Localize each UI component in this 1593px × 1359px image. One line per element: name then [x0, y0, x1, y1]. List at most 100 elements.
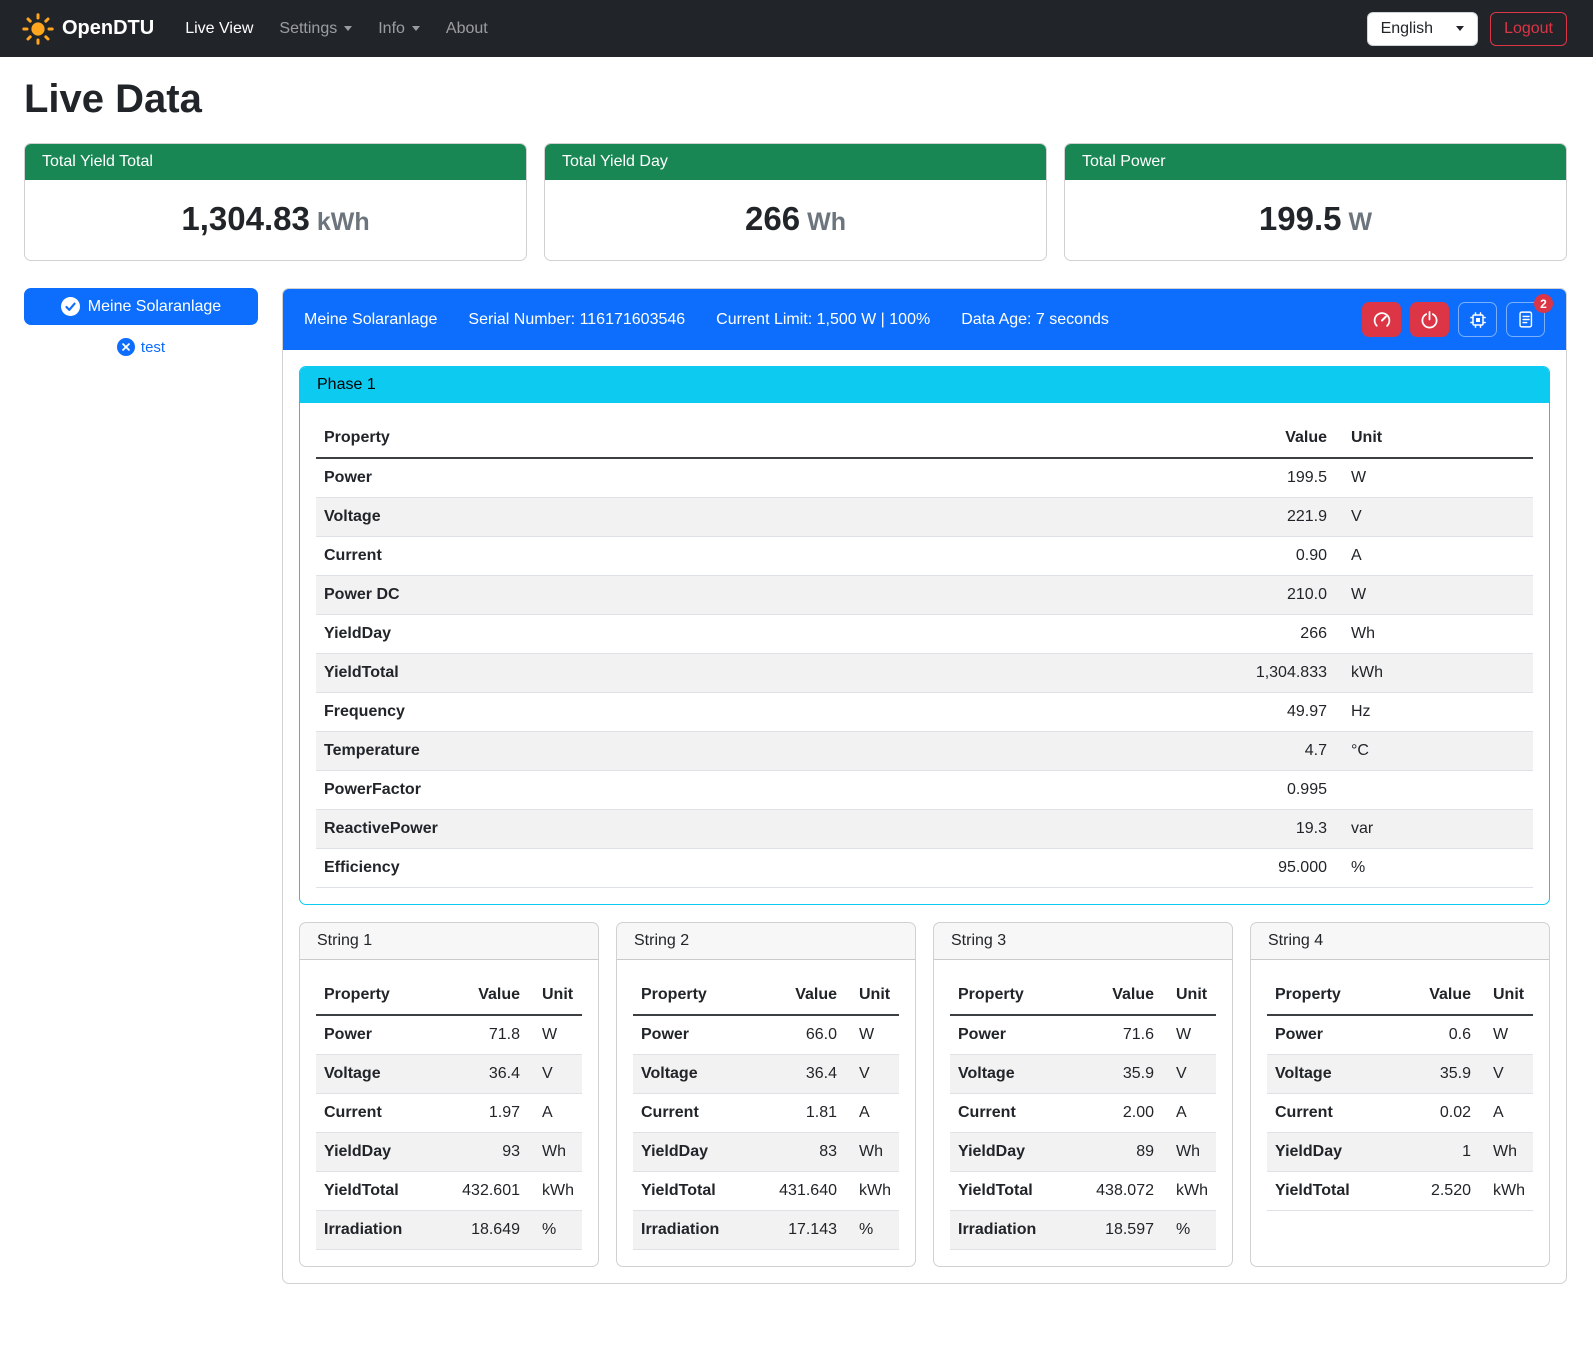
value-cell: 35.9: [1082, 1055, 1162, 1094]
table-row: Irradiation 17.143 %: [633, 1211, 899, 1250]
table-row: YieldTotal 432.601 kWh: [316, 1172, 582, 1211]
inverter-data-age: Data Age: 7 seconds: [961, 311, 1109, 329]
inverter-select-button[interactable]: Meine Solaranlage: [24, 288, 258, 325]
summary-cards-row: Total Yield Total 1,304.83kWh Total Yiel…: [24, 143, 1567, 261]
unit-cell: V: [845, 1055, 899, 1094]
string-title: String 1: [300, 923, 598, 960]
col-property: Property: [316, 419, 1185, 458]
value-cell: 210.0: [1185, 576, 1335, 615]
brand[interactable]: OpenDTU: [22, 13, 154, 45]
value-cell: 95.000: [1185, 849, 1335, 888]
unit-cell: A: [1335, 537, 1533, 576]
chevron-down-icon: [1456, 26, 1464, 31]
property-cell: YieldDay: [316, 1133, 448, 1172]
col-unit: Unit: [845, 976, 899, 1015]
table-row: Power 199.5 W: [316, 458, 1533, 498]
navbar: OpenDTU Live View Settings Info About En…: [0, 0, 1593, 57]
property-cell: YieldTotal: [1267, 1172, 1399, 1211]
limit-settings-button[interactable]: [1362, 302, 1401, 337]
inverter-name: Meine Solaranlage: [304, 311, 437, 329]
value-cell: 438.072: [1082, 1172, 1162, 1211]
inverter-item-label: test: [141, 339, 165, 356]
nav-settings-label: Settings: [279, 20, 337, 38]
power-icon: [1420, 310, 1439, 329]
col-unit: Unit: [1335, 419, 1533, 458]
table-row: YieldDay 83 Wh: [633, 1133, 899, 1172]
nav-info[interactable]: Info: [365, 12, 433, 46]
unit-cell: Wh: [1162, 1133, 1216, 1172]
nav-about[interactable]: About: [433, 12, 501, 46]
unit-cell: V: [1479, 1055, 1533, 1094]
value-cell: 221.9: [1185, 498, 1335, 537]
cpu-icon: [1468, 310, 1488, 330]
summary-unit: Wh: [807, 208, 846, 236]
table-row: YieldDay 93 Wh: [316, 1133, 582, 1172]
string-table: Property Value Unit Power: [950, 976, 1216, 1250]
unit-cell: [1335, 771, 1533, 810]
table-header-row: Property Value Unit: [316, 419, 1533, 458]
value-cell: 0.995: [1185, 771, 1335, 810]
string-title: String 3: [934, 923, 1232, 960]
table-row: Voltage 35.9 V: [1267, 1055, 1533, 1094]
property-cell: Temperature: [316, 732, 1185, 771]
unit-cell: V: [1335, 498, 1533, 537]
phase-body: Property Value Unit Power: [300, 403, 1549, 904]
table-row: PowerFactor 0.995: [316, 771, 1533, 810]
value-cell: 49.97: [1185, 693, 1335, 732]
inverter-toolbar: 2: [1362, 302, 1545, 337]
value-cell: 432.601: [448, 1172, 528, 1211]
event-count-badge: 2: [1534, 294, 1553, 313]
table-row: Irradiation 18.649 %: [316, 1211, 582, 1250]
logout-button[interactable]: Logout: [1490, 12, 1567, 46]
chevron-down-icon: [412, 26, 420, 31]
table-header-row: Property Value Unit: [633, 976, 899, 1015]
nav-settings[interactable]: Settings: [266, 12, 365, 46]
col-property: Property: [950, 976, 1082, 1015]
table-row: YieldDay 89 Wh: [950, 1133, 1216, 1172]
property-cell: Current: [316, 1094, 448, 1133]
inverter-sidebar: Meine Solaranlage test: [24, 288, 258, 356]
summary-card-body: 199.5W: [1065, 180, 1566, 260]
property-cell: Power: [316, 1015, 448, 1055]
inverter-card-body: Phase 1 Property Value Unit: [283, 350, 1566, 1283]
col-value: Value: [1399, 976, 1479, 1015]
unit-cell: %: [845, 1211, 899, 1250]
unit-cell: A: [845, 1094, 899, 1133]
unit-cell: A: [1479, 1094, 1533, 1133]
property-cell: Current: [316, 537, 1185, 576]
table-row: YieldDay 1 Wh: [1267, 1133, 1533, 1172]
value-cell: 71.8: [448, 1015, 528, 1055]
string-title: String 4: [1251, 923, 1549, 960]
table-header-row: Property Value Unit: [316, 976, 582, 1015]
value-cell: 93: [448, 1133, 528, 1172]
string-title: String 2: [617, 923, 915, 960]
page-title: Live Data: [24, 77, 1567, 121]
value-cell: 36.4: [448, 1055, 528, 1094]
property-cell: Current: [950, 1094, 1082, 1133]
brand-label: OpenDTU: [62, 17, 154, 40]
property-cell: Voltage: [316, 498, 1185, 537]
x-circle-icon: [117, 338, 135, 356]
nav-info-label: Info: [378, 20, 405, 38]
property-cell: Irradiation: [633, 1211, 765, 1250]
inverter-item-test[interactable]: test: [24, 338, 258, 356]
nav-live-view[interactable]: Live View: [172, 12, 266, 46]
col-value: Value: [765, 976, 845, 1015]
unit-cell: W: [845, 1015, 899, 1055]
summary-card-total-yield-total: Total Yield Total 1,304.83kWh: [24, 143, 527, 261]
language-select[interactable]: English: [1367, 12, 1478, 46]
unit-cell: kWh: [1335, 654, 1533, 693]
navbar-right: English Logout: [1367, 12, 1579, 46]
property-cell: YieldDay: [316, 615, 1185, 654]
event-log-button[interactable]: 2: [1506, 302, 1545, 337]
unit-cell: kWh: [1162, 1172, 1216, 1211]
table-row: Current 1.97 A: [316, 1094, 582, 1133]
power-button[interactable]: [1410, 302, 1449, 337]
table-row: Voltage 35.9 V: [950, 1055, 1216, 1094]
value-cell: 17.143: [765, 1211, 845, 1250]
summary-unit: kWh: [317, 208, 370, 236]
property-cell: Current: [1267, 1094, 1399, 1133]
inverter-select-label: Meine Solaranlage: [88, 298, 221, 316]
device-info-button[interactable]: [1458, 302, 1497, 337]
property-cell: Frequency: [316, 693, 1185, 732]
